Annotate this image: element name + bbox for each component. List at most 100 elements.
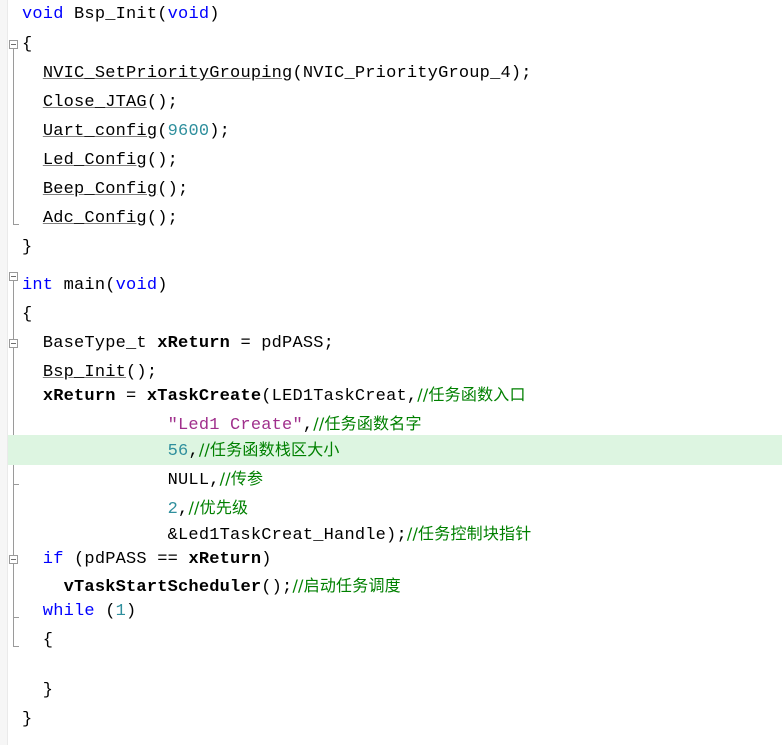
- fold-region-line: [13, 49, 14, 224]
- code-token-plain: xTaskCreate: [146, 387, 262, 406]
- code-token-cmt: //优先级: [188, 498, 249, 517]
- code-token-plain: Uart_config: [42, 122, 158, 141]
- code-line[interactable]: }: [22, 676, 53, 706]
- code-token-plain: (pdPASS ==: [63, 550, 189, 569]
- code-editor[interactable]: void Bsp_Init(void) { NVIC_SetPriorityGro…: [0, 0, 782, 745]
- code-token-str: "Led1 Create": [167, 416, 303, 435]
- code-line[interactable]: while (1): [22, 597, 136, 627]
- code-line[interactable]: Close_JTAG();: [22, 88, 178, 118]
- code-line[interactable]: }: [22, 233, 32, 263]
- code-token-plain: NULL,: [22, 471, 220, 490]
- code-folding-gutter[interactable]: [8, 0, 21, 745]
- code-token-plain: xReturn: [188, 550, 262, 569]
- code-token-plain: ();: [261, 578, 293, 597]
- code-token-kw: if: [22, 550, 64, 569]
- code-token-plain: {: [22, 305, 33, 324]
- code-line[interactable]: Adc_Config();: [22, 204, 178, 234]
- code-token-plain: ,: [188, 442, 199, 461]
- fold-region-end-marker: [13, 224, 19, 225]
- code-token-plain: {: [22, 631, 54, 650]
- code-token-plain: }: [22, 681, 54, 700]
- code-token-plain: (: [157, 122, 168, 141]
- code-token-plain: Close_JTAG: [42, 93, 147, 112]
- code-token-plain: vTaskStartScheduler: [63, 578, 262, 597]
- editor-indicator-margin[interactable]: [0, 0, 8, 745]
- code-token-plain: ): [209, 5, 220, 24]
- fold-collapse-icon[interactable]: [9, 555, 18, 564]
- code-token-plain: (NVIC_PriorityGroup_4);: [292, 64, 532, 83]
- code-token-num: 9600: [167, 122, 210, 141]
- code-token-num: 56: [167, 442, 189, 461]
- code-line[interactable]: NVIC_SetPriorityGrouping(NVIC_PriorityGr…: [22, 59, 532, 89]
- code-token-plain: }: [22, 238, 33, 257]
- fold-collapse-icon[interactable]: [9, 339, 18, 348]
- code-line[interactable]: }: [22, 705, 32, 735]
- fold-collapse-icon[interactable]: [9, 272, 18, 281]
- code-line[interactable]: {: [22, 300, 32, 330]
- fold-region-line: [13, 564, 14, 617]
- code-token-cmt: //传参: [219, 469, 264, 488]
- code-token-cmt: //任务函数入口: [417, 385, 526, 404]
- code-token-cmt: //任务控制块指针: [406, 524, 532, 543]
- code-line[interactable]: Led_Config();: [22, 146, 178, 176]
- fold-region-end-marker: [13, 646, 19, 647]
- code-token-plain: xReturn: [42, 387, 116, 406]
- code-token-plain: ,: [178, 500, 189, 519]
- code-token-cmt: //任务函数栈区大小: [198, 440, 340, 459]
- code-token-plain: (: [94, 602, 116, 621]
- code-token-plain: = pdPASS;: [230, 334, 335, 353]
- code-token-plain: ();: [146, 209, 179, 228]
- fold-collapse-icon[interactable]: [9, 40, 18, 49]
- code-line[interactable]: xReturn = xTaskCreate(LED1TaskCreat,//任务…: [22, 380, 526, 410]
- code-line[interactable]: NULL,//传参: [22, 464, 263, 494]
- code-token-kw: void: [115, 276, 158, 295]
- code-line[interactable]: Beep_Config();: [22, 175, 188, 205]
- code-line[interactable]: Uart_config(9600);: [22, 117, 230, 147]
- code-line[interactable]: BaseType_t xReturn = pdPASS;: [22, 329, 334, 359]
- code-token-kw: void: [167, 5, 210, 24]
- code-token-kw: while: [22, 602, 95, 621]
- fold-region-end-marker: [13, 617, 19, 618]
- code-text-area[interactable]: void Bsp_Init(void) { NVIC_SetPriorityGro…: [22, 0, 782, 745]
- code-token-plain: Adc_Config: [42, 209, 147, 228]
- code-token-plain: NVIC_SetPriorityGrouping: [42, 64, 293, 83]
- code-token-kw: void: [22, 5, 64, 24]
- code-token-plain: Beep_Config: [42, 180, 158, 199]
- code-token-plain: {: [22, 35, 33, 54]
- code-token-num: 1: [115, 602, 127, 621]
- code-token-num: 2: [167, 500, 179, 519]
- fold-region-end-marker: [13, 484, 19, 485]
- code-token-plain: }: [22, 710, 33, 729]
- code-token-plain: (LED1TaskCreat,: [261, 387, 418, 406]
- code-token-plain: ();: [157, 180, 189, 199]
- code-line[interactable]: 56,//任务函数栈区大小: [22, 435, 340, 465]
- code-line[interactable]: {: [22, 626, 53, 656]
- code-line[interactable]: void Bsp_Init(void): [22, 0, 220, 30]
- code-token-kw: int: [22, 276, 54, 295]
- code-line[interactable]: {: [22, 30, 32, 60]
- code-token-plain: ): [126, 602, 137, 621]
- code-token-plain: ,: [302, 416, 314, 435]
- code-token-plain: Led_Config: [42, 151, 147, 170]
- code-token-plain: xReturn: [157, 334, 231, 353]
- code-token-plain: Bsp_Init(: [63, 5, 168, 24]
- code-token-plain: =: [115, 387, 147, 406]
- code-token-plain: BaseType_t: [22, 334, 158, 353]
- code-token-plain: ();: [146, 93, 179, 112]
- code-token-plain: ();: [146, 151, 179, 170]
- code-token-plain: ): [157, 276, 168, 295]
- code-token-plain: &Led1TaskCreat_Handle);: [22, 526, 407, 545]
- code-line[interactable]: int main(void): [22, 271, 168, 301]
- code-token-cmt: //启动任务调度: [292, 576, 401, 595]
- code-token-plain: main(: [53, 276, 116, 295]
